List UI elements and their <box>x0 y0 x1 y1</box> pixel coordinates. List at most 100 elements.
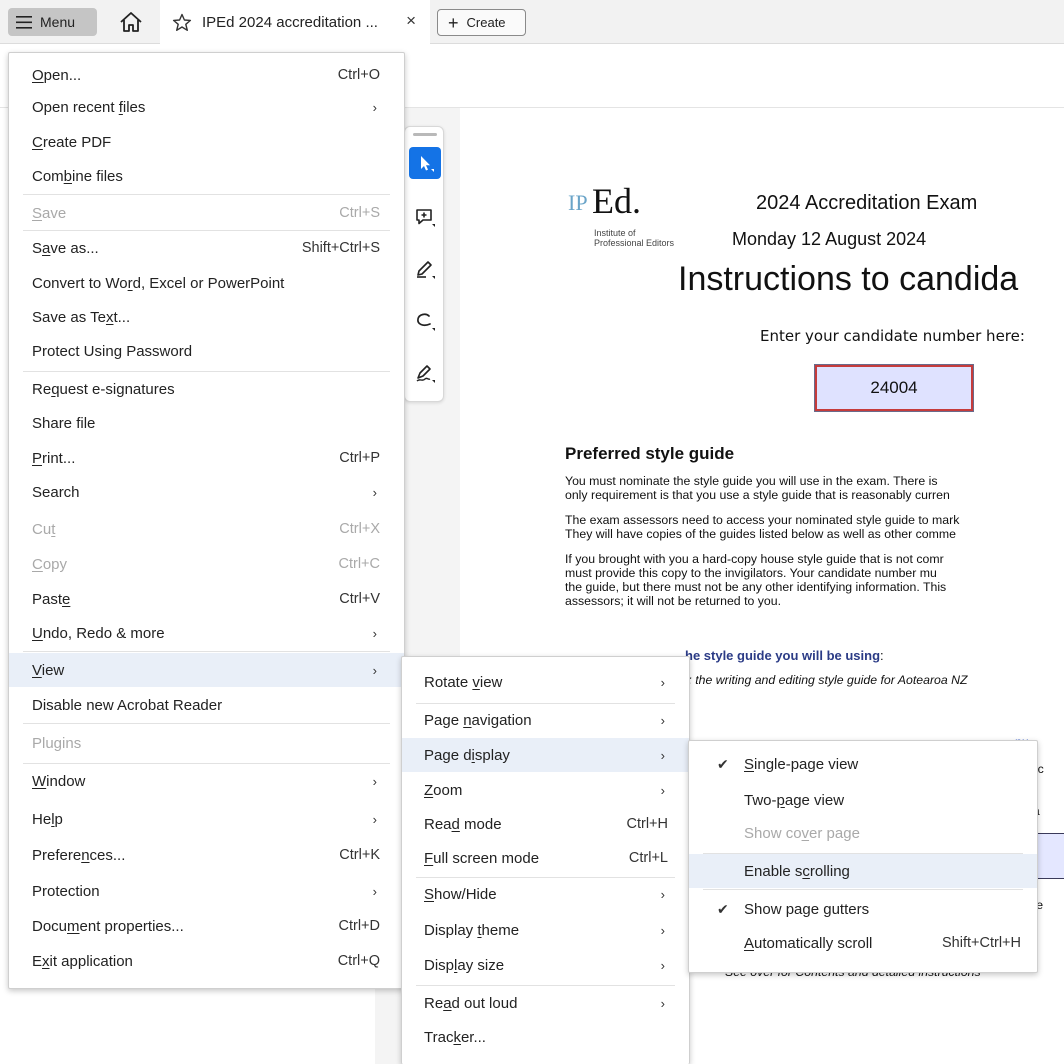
label-part: Save as Te <box>32 308 106 326</box>
menu-item-combine-files[interactable]: Combine files <box>9 159 404 193</box>
draw-tool-button[interactable] <box>409 305 441 337</box>
chevron-right-icon: › <box>660 922 665 938</box>
menu-item-open[interactable]: Open... Ctrl+O <box>9 58 404 92</box>
paragraph-1-line-2: only requirement is that you use a style… <box>565 488 950 502</box>
view-menu-item-zoom[interactable]: Zoom › <box>402 773 689 807</box>
page-display-item-enable-scrolling[interactable]: Enable scrolling <box>689 854 1037 888</box>
menu-item-document-properties[interactable]: Document properties... Ctrl+D <box>9 909 404 943</box>
view-menu-item-page-navigation[interactable]: Page navigation › <box>402 703 689 737</box>
paragraph-1-line-1: You must nominate the style guide you wi… <box>565 474 938 488</box>
mnemonic-letter: U <box>32 624 43 642</box>
select-tool-button[interactable] <box>409 147 441 179</box>
mnemonic-letter: n <box>81 846 90 864</box>
logo-ip: IP <box>568 190 588 215</box>
menu-item-print[interactable]: Print... Ctrl+P <box>9 441 404 475</box>
label-part: Two- <box>744 791 777 809</box>
page-display-item-show-page-gutters[interactable]: ✔ Show page gutters <box>689 892 1037 926</box>
partial-input-box[interactable] <box>1037 833 1064 879</box>
menu-item-save-as-text[interactable]: Save as Text... <box>9 300 404 334</box>
menu-item-convert-to-word-excel-or-powerpoint[interactable]: Convert to Word, Excel or PowerPoint <box>9 266 404 300</box>
signature-icon <box>416 365 435 383</box>
view-menu-item-read-out-loud[interactable]: Read out loud › <box>402 986 689 1020</box>
shortcut-label: Ctrl+L <box>628 850 668 866</box>
menu-item-save-as[interactable]: Save as... Shift+Ctrl+S <box>9 231 404 265</box>
mnemonic-letter: c <box>802 862 810 880</box>
menu-button[interactable]: Menu <box>8 8 97 36</box>
label-part: Protection <box>32 882 100 900</box>
checkmark-icon: ✔ <box>717 755 729 772</box>
menu-item-paste[interactable]: Paste Ctrl+V <box>9 582 404 616</box>
view-menu-item-tracker[interactable]: Tracker... <box>402 1020 689 1054</box>
menu-item-open-recent-files[interactable]: Open recent files › <box>9 90 404 124</box>
menu-item-label: Plugins <box>32 735 81 752</box>
add-comment-button[interactable] <box>409 201 441 233</box>
close-tab-icon[interactable]: × <box>406 11 416 31</box>
menu-item-disable-new-acrobat-reader[interactable]: Disable new Acrobat Reader <box>9 688 404 722</box>
page-display-item-show-cover-page: Show cover page <box>689 816 1037 850</box>
mnemonic-letter: V <box>32 661 42 679</box>
mnemonic-letter: b <box>63 167 73 185</box>
menu-item-undo-redo-more[interactable]: Undo, Redo & more › <box>9 616 404 650</box>
chevron-right-icon: › <box>372 773 377 789</box>
shortcut-label: Ctrl+D <box>338 918 381 934</box>
menu-item-exit-application[interactable]: Exit application Ctrl+Q <box>9 944 404 978</box>
star-icon[interactable] <box>172 13 192 32</box>
view-menu-item-full-screen-mode[interactable]: Full screen mode Ctrl+L <box>402 841 689 875</box>
shortcut-label: Ctrl+K <box>339 847 380 863</box>
label-part: Docu <box>32 917 68 935</box>
view-menu-item-display-theme[interactable]: Display theme › <box>402 913 689 947</box>
label-part: iew <box>479 673 503 691</box>
menu-item-protection[interactable]: Protection › <box>9 874 404 908</box>
menu-separator <box>23 230 390 231</box>
menu-item-search[interactable]: Search › <box>9 475 404 509</box>
instructions-title: Instructions to candida <box>678 260 1019 298</box>
main-menu: Open... Ctrl+O Open recent files › Create PD… <box>8 52 405 989</box>
menu-item-plugins: Plugins <box>9 726 404 760</box>
menu-item-protect-using-password[interactable]: Protect Using Password <box>9 334 404 368</box>
label-part: Rea <box>424 815 452 833</box>
page-display-item-single-page-view[interactable]: ✔ Single-page view <box>689 747 1037 781</box>
toolbar-grip[interactable] <box>413 133 437 136</box>
menu-item-create-pdf[interactable]: Create PDF <box>9 125 404 159</box>
label-part: Disp <box>424 956 455 974</box>
label-part: S <box>32 239 43 257</box>
mnemonic-letter: t <box>51 520 56 538</box>
menu-button-label: Menu <box>40 14 76 30</box>
create-button[interactable]: + Create <box>437 9 526 36</box>
view-menu-item-rotate-view[interactable]: Rotate view › <box>402 665 689 699</box>
menu-item-preferences[interactable]: Preferences... Ctrl+K <box>9 838 404 872</box>
home-button[interactable] <box>118 10 144 34</box>
label-part: age view <box>784 791 845 809</box>
menu-item-save: Save Ctrl+S <box>9 196 404 230</box>
view-menu-item-display-size[interactable]: Display size › <box>402 948 689 982</box>
menu-item-window[interactable]: Window › <box>9 764 404 798</box>
page-display-item-automatically-scroll[interactable]: Automatically scroll Shift+Ctrl+H <box>689 926 1037 960</box>
page-display-item-two-page-view[interactable]: Two-page view <box>689 783 1037 817</box>
candidate-number-field[interactable]: 24004 <box>814 364 974 412</box>
menu-item-label: Preferences... <box>32 847 125 864</box>
shortcut-label: Ctrl+C <box>338 556 381 572</box>
view-menu-item-show-hide[interactable]: Show/Hide › <box>402 877 689 911</box>
menu-separator <box>416 877 675 878</box>
shortcut-label: Ctrl+V <box>339 591 380 607</box>
highlight-tool-button[interactable] <box>409 253 441 285</box>
menu-item-label: Combine files <box>32 168 123 185</box>
menu-item-label: Display size <box>424 957 504 974</box>
logo-line-2: Professional Editors <box>594 238 675 248</box>
menu-item-view[interactable]: View › <box>9 653 404 687</box>
view-menu-item-read-mode[interactable]: Read mode Ctrl+H <box>402 807 689 841</box>
menu-item-share-file[interactable]: Share file <box>9 406 404 440</box>
view-menu-item-page-display[interactable]: Page display › <box>402 738 689 772</box>
label-part: Enable s <box>744 862 803 880</box>
exam-date: Monday 12 August 2024 <box>732 229 927 249</box>
menu-item-request-e-signatures[interactable]: Request e-signatures <box>9 372 404 406</box>
menu-item-label: Page display <box>424 747 510 764</box>
document-tab[interactable]: IPEd 2024 accreditation ... × <box>160 0 430 44</box>
mnemonic-letter: Z <box>424 781 434 799</box>
candidate-number-label: Enter your candidate number here: <box>760 327 1025 345</box>
create-button-label: Create <box>466 15 506 30</box>
label-part: pen... <box>43 66 82 84</box>
sign-tool-button[interactable] <box>409 357 441 389</box>
menu-item-label: Rotate view <box>424 674 502 691</box>
menu-item-help[interactable]: Help › <box>9 802 404 836</box>
